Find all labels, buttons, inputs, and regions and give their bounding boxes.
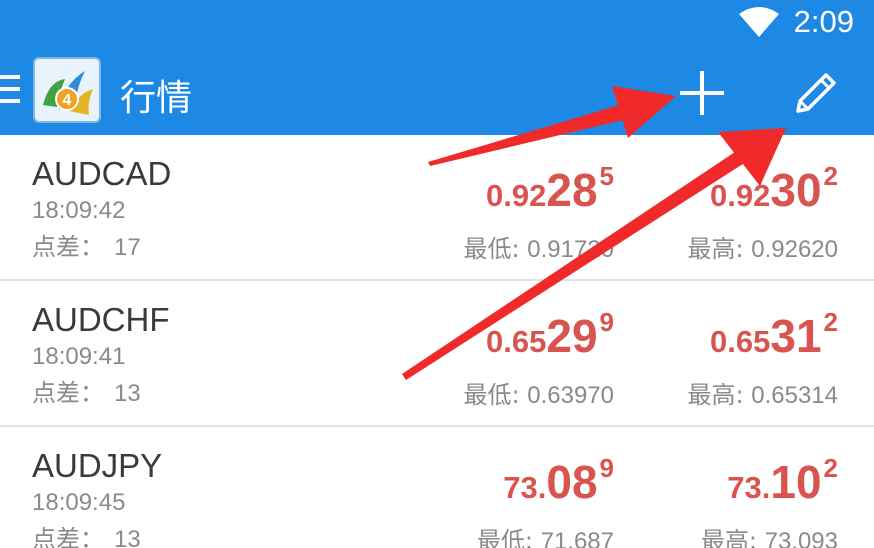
symbol-name: AUDCAD	[32, 155, 172, 192]
hamburger-menu-icon[interactable]	[0, 75, 20, 103]
high-price: 最高: 0.92620	[687, 235, 838, 263]
low-price: 最低: 0.91720	[463, 235, 614, 263]
symbol-name: AUDJPY	[32, 447, 163, 484]
quote-time: 18:09:41	[32, 343, 126, 370]
quote-row-audcad[interactable]: AUDCAD 18:09:42 点差： 17 0.92285 0.92302 最低…	[0, 135, 874, 281]
quote-time: 18:09:42	[32, 197, 126, 224]
pencil-icon	[796, 73, 836, 113]
app-bar: 4 行情	[0, 45, 874, 135]
ask-price: 0.65312	[710, 307, 838, 362]
ask-price: 73.102	[727, 453, 838, 508]
plus-icon	[680, 71, 724, 115]
add-symbol-button[interactable]	[676, 67, 728, 119]
bid-price: 0.65299	[486, 307, 614, 362]
edit-list-button[interactable]	[790, 67, 842, 119]
low-price: 最低: 0.63970	[463, 381, 614, 409]
low-price: 最低: 71.687	[476, 527, 614, 548]
metatrader-logo-icon: 4	[43, 71, 93, 115]
quote-list: AUDCAD 18:09:42 点差： 17 0.92285 0.92302 最低…	[0, 135, 874, 548]
high-price: 最高: 73.093	[700, 527, 838, 548]
ask-price: 0.92302	[710, 161, 838, 216]
high-price: 最高: 0.65314	[687, 381, 838, 409]
quote-row-audjpy[interactable]: AUDJPY 18:09:45 点差： 13 73.089 73.102 最低: …	[0, 427, 874, 548]
quote-time: 18:09:45	[32, 489, 126, 516]
bid-price: 73.089	[503, 453, 614, 508]
quote-row-audchf[interactable]: AUDCHF 18:09:41 点差： 13 0.65299 0.65312 最低…	[0, 281, 874, 427]
metatrader-logo: 4	[33, 57, 101, 123]
svg-text:4: 4	[63, 92, 72, 109]
spread: 点差： 13	[32, 379, 141, 407]
bid-price: 0.92285	[486, 161, 614, 216]
wifi-icon	[739, 7, 779, 37]
status-time: 2:09	[793, 4, 854, 39]
page-title: 行情	[120, 78, 193, 119]
status-bar: 2:09	[0, 0, 874, 45]
symbol-name: AUDCHF	[32, 301, 170, 338]
spread: 点差： 17	[32, 233, 141, 261]
spread: 点差： 13	[32, 525, 141, 548]
